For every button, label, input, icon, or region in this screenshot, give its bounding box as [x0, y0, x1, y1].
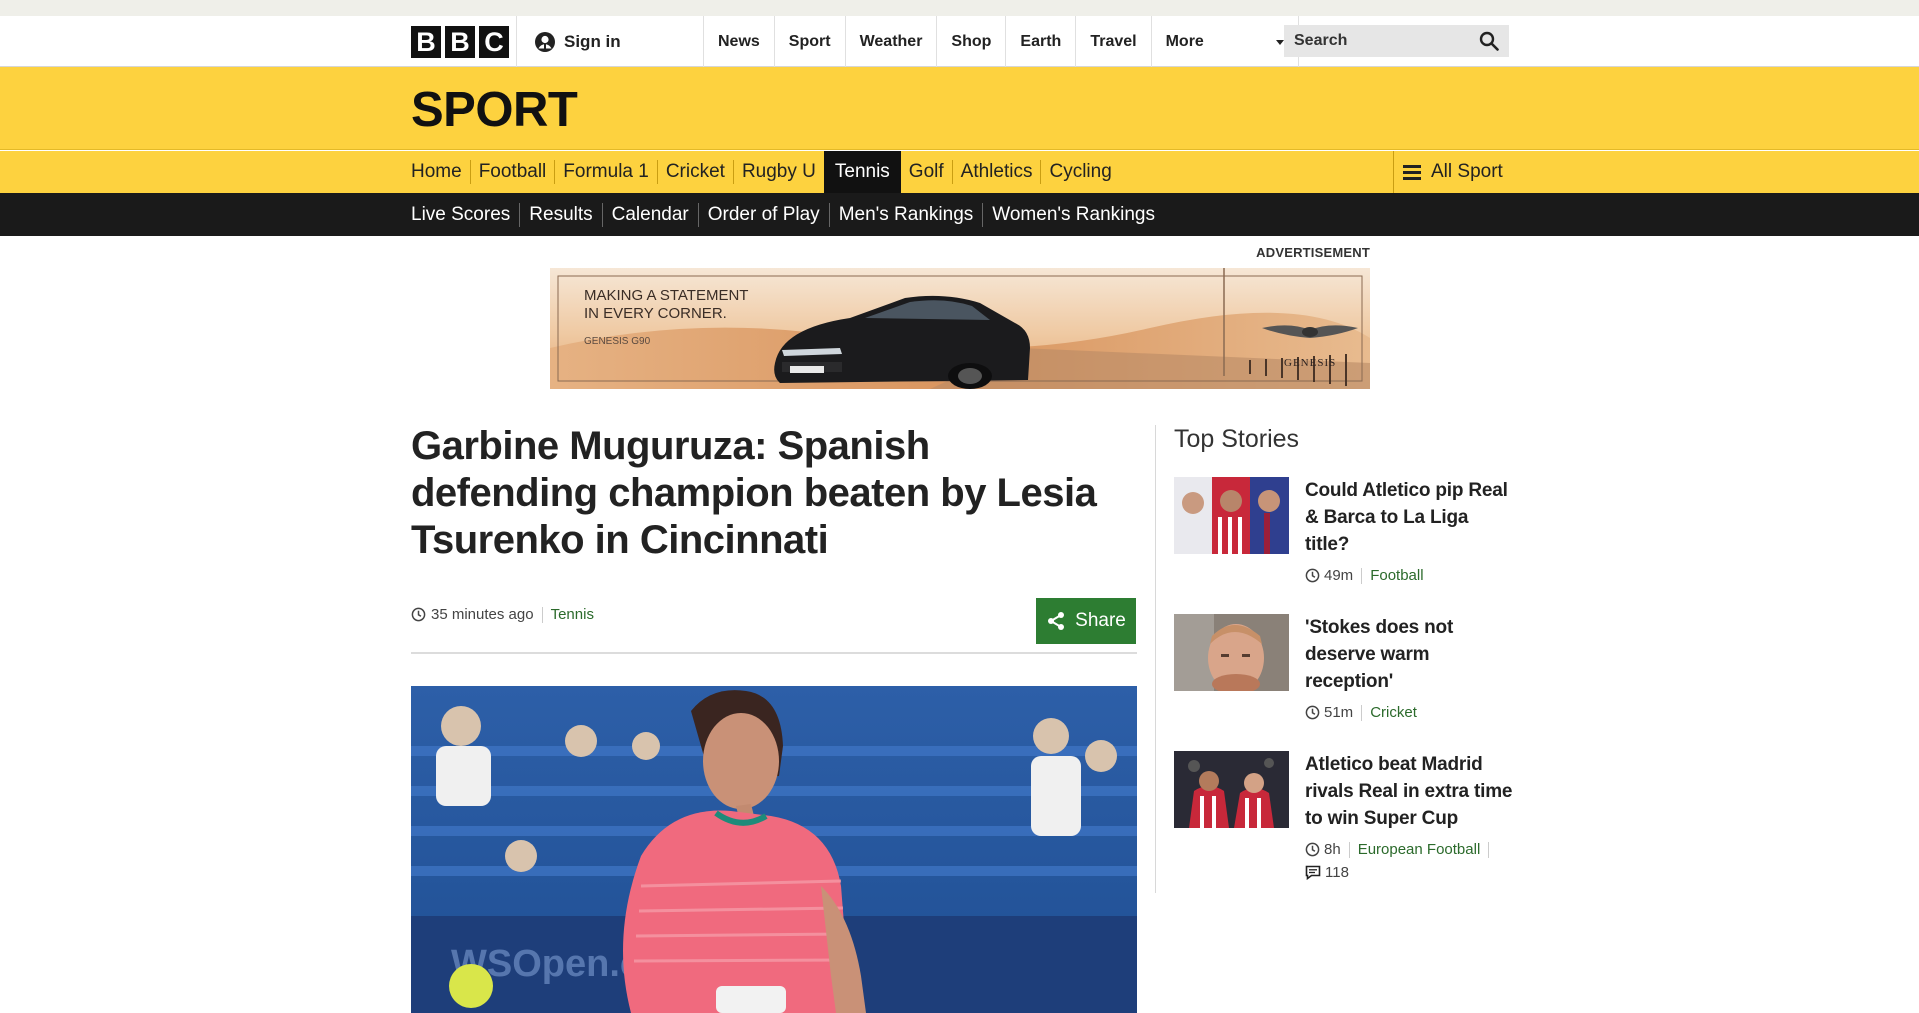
article-headline: Garbine Muguruza: Spanish defending cham…	[411, 424, 1097, 562]
share-button[interactable]: Share	[1036, 598, 1136, 644]
sport-nav-formula-1[interactable]: Formula 1	[554, 160, 657, 184]
meta-divider	[1488, 841, 1490, 858]
article-meta: 35 minutes ago Tennis	[411, 606, 594, 623]
story-title[interactable]: 'Stokes does not deserve warm reception'	[1305, 614, 1517, 695]
article-time: 35 minutes ago	[431, 606, 534, 623]
story-comment-count: 118	[1325, 864, 1349, 881]
nav-sport[interactable]: Sport	[773, 16, 845, 67]
story-time: 49m	[1324, 567, 1354, 584]
comment-icon	[1305, 865, 1321, 880]
share-icon	[1048, 612, 1065, 630]
story-meta: 51m Cricket	[1305, 704, 1517, 721]
story-title[interactable]: Could Atletico pip Real & Barca to La Li…	[1305, 477, 1517, 558]
story-time: 51m	[1324, 704, 1354, 721]
nav-shop[interactable]: Shop	[936, 16, 1005, 67]
chevron-down-icon	[1275, 40, 1284, 45]
story-thumbnail[interactable]	[1174, 614, 1289, 691]
advertisement-banner[interactable]: MAKING A STATEMENT IN EVERY CORNER. GENE…	[550, 268, 1370, 389]
article-topic-link[interactable]: Tennis	[551, 606, 594, 623]
share-label: Share	[1075, 610, 1126, 631]
bbc-masthead: B B C Sign in News Sport Weather Shop Ea…	[0, 16, 1919, 67]
top-story-item[interactable]: Atletico beat Madrid rivals Real in extr…	[1174, 751, 1514, 891]
advertisement-label: ADVERTISEMENT	[1256, 245, 1370, 260]
sport-nav-cycling[interactable]: Cycling	[1040, 160, 1119, 184]
story-meta: 8h European Football 118	[1305, 841, 1517, 881]
ad-line-2: IN EVERY CORNER.	[584, 305, 727, 322]
top-story-item[interactable]: Could Atletico pip Real & Barca to La Li…	[1174, 477, 1514, 587]
nav-news[interactable]: News	[703, 16, 774, 67]
logo-letter-c: C	[479, 26, 509, 58]
article-divider	[411, 652, 1137, 654]
nav-weather[interactable]: Weather	[844, 16, 937, 67]
sport-nav-football[interactable]: Football	[469, 160, 555, 184]
sport-title[interactable]: SPORT	[411, 82, 578, 138]
tennis-subnav: Live Scores Results Calendar Order of Pl…	[0, 193, 1919, 236]
subnav-order-of-play[interactable]: Order of Play	[697, 202, 829, 227]
logo-letter-b2: B	[445, 26, 475, 58]
top-stories-title: Top Stories	[1174, 425, 1300, 453]
clock-icon	[1305, 705, 1320, 720]
sport-nav-golf[interactable]: Golf	[901, 160, 952, 184]
ad-artwork: MAKING A STATEMENT IN EVERY CORNER. GENE…	[550, 268, 1370, 389]
hero-photo: WSOpen.com	[411, 686, 1137, 1013]
meta-divider	[1361, 567, 1363, 584]
subnav-results[interactable]: Results	[519, 202, 601, 227]
sport-nav-rugby-u[interactable]: Rugby U	[732, 160, 824, 184]
story-topic-link[interactable]: European Football	[1358, 841, 1481, 858]
sport-nav-home[interactable]: Home	[411, 160, 470, 184]
clock-icon	[1305, 568, 1320, 583]
sport-nav: Home Football Formula 1 Cricket Rugby U …	[0, 151, 1919, 193]
all-sport-button[interactable]: All Sport	[1393, 151, 1509, 193]
story-thumbnail[interactable]	[1174, 751, 1289, 828]
search-icon[interactable]	[1479, 31, 1499, 51]
nav-earth[interactable]: Earth	[1005, 16, 1075, 67]
story-comments-link[interactable]: 118	[1305, 864, 1517, 881]
sport-header: SPORT	[0, 67, 1919, 150]
clock-icon	[1305, 842, 1320, 857]
subnav-calendar[interactable]: Calendar	[601, 202, 698, 227]
search-box	[1284, 25, 1509, 57]
article-hero-image[interactable]: WSOpen.com	[411, 686, 1137, 1013]
meta-divider	[1361, 704, 1363, 721]
story-title[interactable]: Atletico beat Madrid rivals Real in extr…	[1305, 751, 1517, 832]
sport-nav-cricket[interactable]: Cricket	[656, 160, 733, 184]
nav-more-label: More	[1165, 32, 1204, 50]
sport-nav-athletics[interactable]: Athletics	[951, 160, 1041, 184]
nav-more[interactable]: More	[1150, 16, 1299, 67]
subnav-live-scores[interactable]: Live Scores	[411, 203, 519, 227]
story-thumbnail[interactable]	[1174, 477, 1289, 554]
subnav-womens-rankings[interactable]: Women's Rankings	[982, 202, 1164, 227]
sidebar-divider	[1155, 425, 1156, 893]
tennis-ball	[449, 964, 493, 1008]
ad-model: GENESIS G90	[584, 336, 651, 347]
story-topic-link[interactable]: Cricket	[1370, 704, 1417, 721]
user-icon	[535, 31, 555, 52]
meta-divider	[541, 606, 543, 623]
clock-icon	[411, 607, 426, 622]
sign-in-link[interactable]: Sign in	[516, 16, 703, 67]
browser-top-strip	[0, 0, 1919, 16]
masthead-nav: News Sport Weather Shop Earth Travel Mor…	[703, 16, 1299, 67]
logo-letter-b1: B	[411, 26, 441, 58]
story-time: 8h	[1324, 841, 1341, 858]
sport-nav-tennis[interactable]: Tennis	[823, 151, 901, 193]
ad-brand: GENESIS	[1284, 357, 1336, 369]
ad-line-1: MAKING A STATEMENT	[584, 287, 748, 304]
search-input[interactable]	[1294, 32, 1474, 50]
nav-travel[interactable]: Travel	[1075, 16, 1150, 67]
menu-icon	[1403, 164, 1421, 180]
sign-in-label: Sign in	[564, 31, 621, 51]
bbc-logo[interactable]: B B C	[411, 26, 509, 58]
all-sport-label: All Sport	[1431, 161, 1503, 182]
meta-divider	[1348, 841, 1350, 858]
subnav-mens-rankings[interactable]: Men's Rankings	[828, 202, 983, 227]
story-meta: 49m Football	[1305, 567, 1517, 584]
story-topic-link[interactable]: Football	[1370, 567, 1423, 584]
top-story-item[interactable]: 'Stokes does not deserve warm reception'…	[1174, 614, 1514, 724]
